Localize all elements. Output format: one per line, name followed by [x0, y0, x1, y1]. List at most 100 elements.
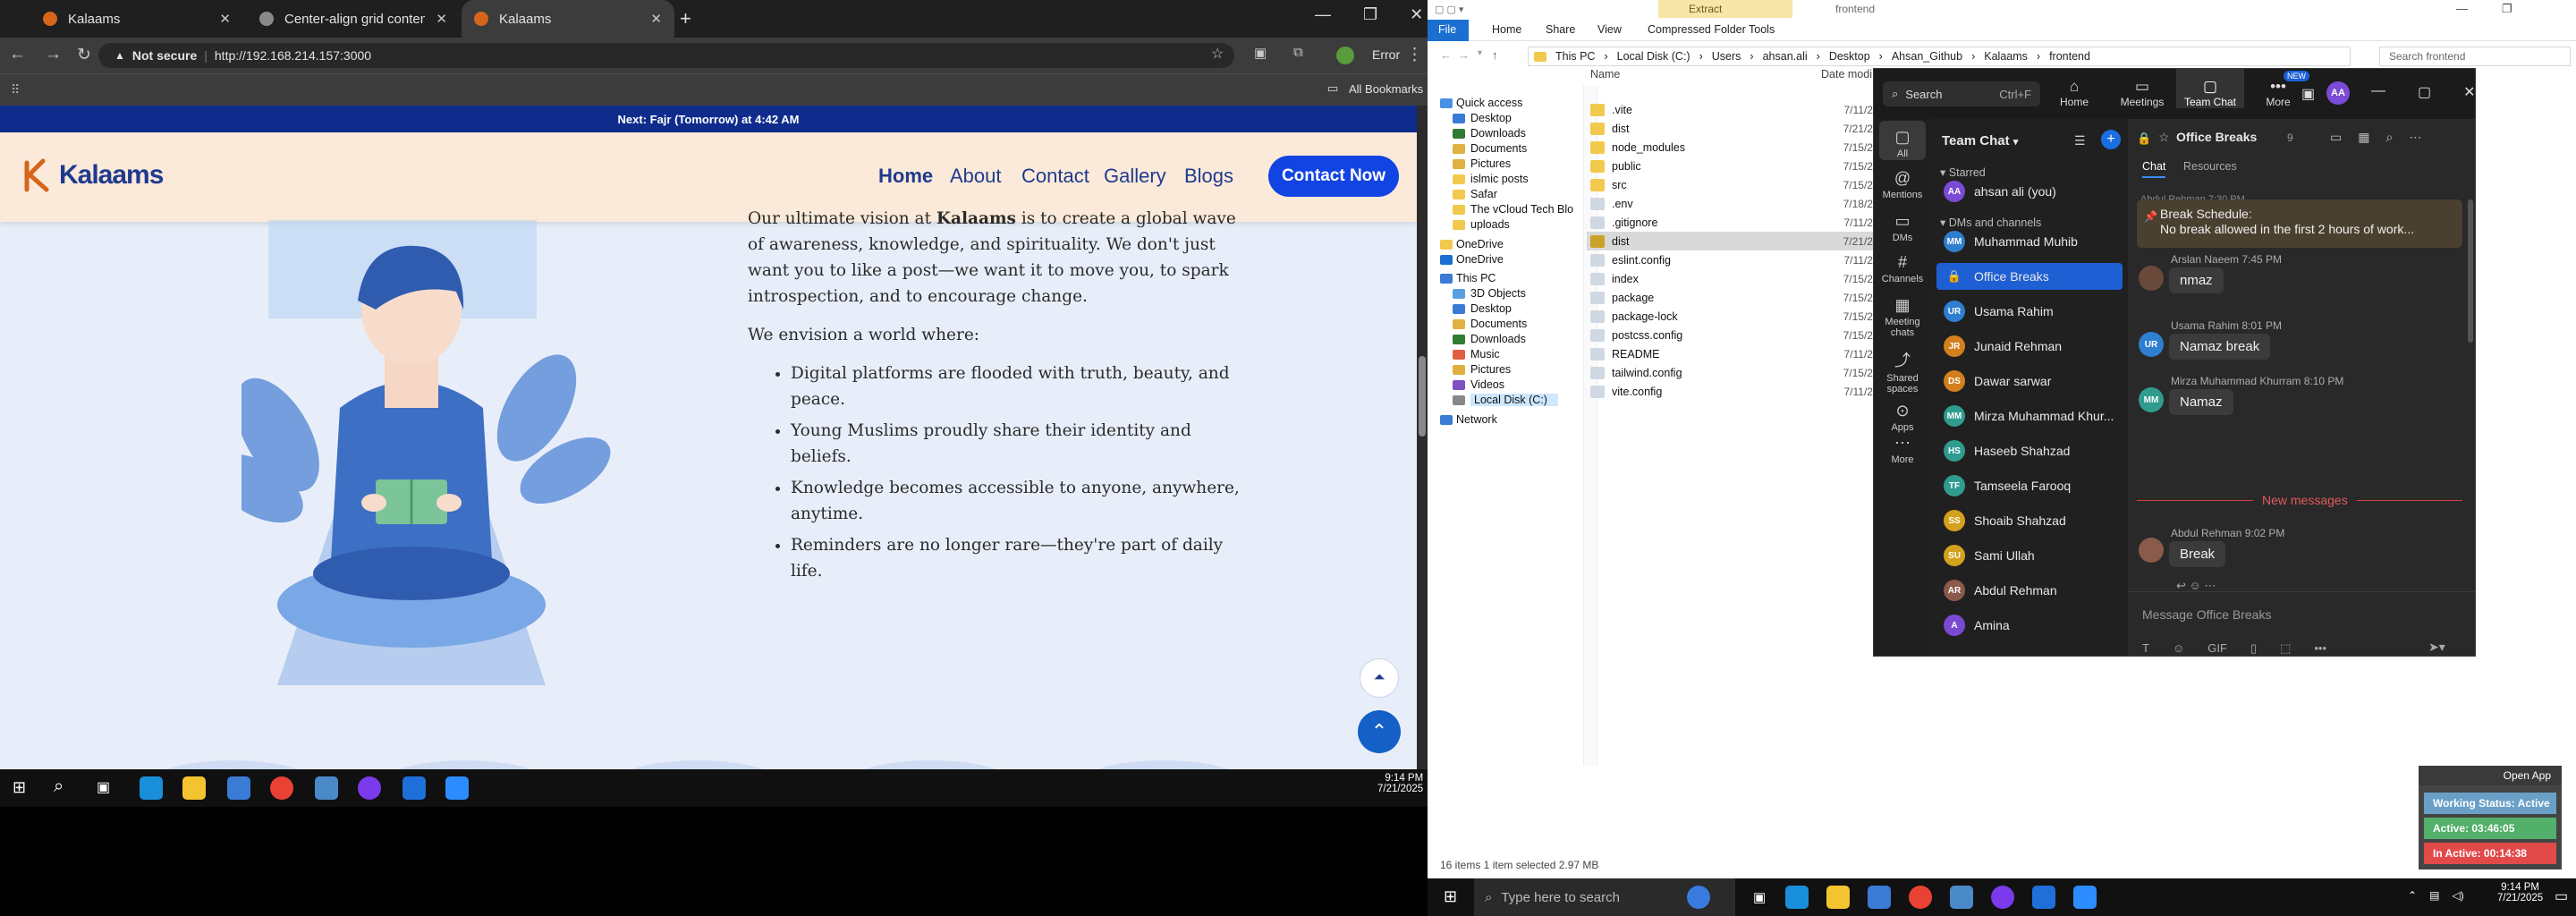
contact-item[interactable]: UR Usama Rahim: [1936, 298, 2123, 325]
windows-start-icon[interactable]: ⊞: [1444, 887, 1457, 906]
contact-item[interactable]: AR Abdul Rehman: [1936, 577, 2123, 604]
ribbon-share[interactable]: Share: [1546, 23, 1575, 36]
file-row[interactable]: eslint.config 7/11/2025: [1587, 250, 1891, 269]
close-tab-icon[interactable]: ✕: [219, 11, 231, 27]
extension-icon[interactable]: ▣: [1254, 45, 1267, 61]
nav-item[interactable]: This PC: [1456, 272, 1496, 284]
close-tab-icon[interactable]: ✕: [436, 11, 447, 27]
crumb[interactable]: ahsan.ali: [1763, 50, 1808, 63]
crumb[interactable]: Users: [1712, 50, 1741, 63]
chrome-icon[interactable]: [270, 776, 293, 800]
file-explorer-icon[interactable]: [182, 776, 206, 800]
file-row[interactable]: package 7/15/2025: [1587, 288, 1891, 307]
scroll-top-outline-button[interactable]: ⏶: [1360, 658, 1399, 698]
weather-widget-icon[interactable]: [1687, 886, 1710, 909]
send-icon[interactable]: ➤▾: [2428, 640, 2445, 655]
forward-arrow-icon[interactable]: →: [1458, 48, 1470, 62]
gif-icon[interactable]: GIF: [2207, 641, 2227, 656]
maximize-icon[interactable]: ❐: [1363, 5, 1377, 24]
maximize-icon[interactable]: ❐: [2502, 2, 2512, 16]
file-row[interactable]: .gitignore 7/11/2025: [1587, 213, 1891, 232]
top-nav-meetings[interactable]: ▭ Meetings: [2108, 69, 2176, 108]
nav-item[interactable]: Music: [1470, 348, 1500, 360]
tab-resources[interactable]: Resources: [2183, 160, 2237, 173]
extensions-puzzle-icon[interactable]: ⧉: [1293, 45, 1303, 60]
message-bubble[interactable]: Namaz break: [2169, 334, 2271, 360]
tab-chat[interactable]: Chat: [2142, 160, 2166, 178]
format-text-icon[interactable]: T: [2142, 641, 2149, 656]
minimize-icon[interactable]: —: [1315, 5, 1331, 24]
rail-item[interactable]: ▭ DMs: [1874, 212, 1931, 243]
browser-tab-3-active[interactable]: Kalaams ✕: [462, 0, 674, 38]
crumb[interactable]: This PC: [1555, 50, 1595, 63]
crumb[interactable]: Desktop: [1829, 50, 1870, 63]
nav-blogs[interactable]: Blogs: [1184, 165, 1233, 188]
chevron-up-icon[interactable]: ⌃: [2408, 889, 2417, 902]
all-bookmarks[interactable]: All Bookmarks: [1349, 82, 1423, 96]
crumb[interactable]: Kalaams: [1984, 50, 2028, 63]
github-desktop-icon[interactable]: [1991, 886, 2014, 909]
github-desktop-icon[interactable]: [358, 776, 381, 800]
nav-item[interactable]: Local Disk (C:): [1470, 394, 1558, 406]
file-row[interactable]: index 7/15/2025: [1587, 269, 1891, 288]
ribbon-file[interactable]: File: [1438, 23, 1456, 36]
back-arrow-icon[interactable]: ←: [1440, 48, 1452, 62]
nav-about[interactable]: About: [950, 165, 1002, 188]
contact-item[interactable]: HS Haseeb Shahzad: [1936, 437, 2123, 464]
search-icon[interactable]: ⌕: [54, 776, 64, 797]
nav-item[interactable]: Downloads: [1470, 127, 1526, 140]
vscode-icon[interactable]: [402, 776, 426, 800]
rail-item[interactable]: @ Mentions: [1874, 169, 1931, 200]
nav-item[interactable]: OneDrive: [1456, 238, 1504, 250]
chat-scrollbar-thumb[interactable]: [2468, 199, 2473, 343]
file-row[interactable]: .env 7/18/2025: [1587, 194, 1891, 213]
forward-arrow-icon[interactable]: →: [45, 45, 62, 64]
rail-item[interactable]: ▦ Meeting chats: [1874, 296, 1931, 338]
contact-item[interactable]: SU Sami Ullah: [1936, 542, 2123, 569]
new-tab-button[interactable]: +: [680, 7, 691, 30]
file-row[interactable]: package-lock 7/15/2025: [1587, 307, 1891, 326]
message-composer[interactable]: Message Office Breaks: [2142, 607, 2271, 622]
store-icon[interactable]: [227, 776, 250, 800]
app-icon[interactable]: [315, 776, 338, 800]
rail-item[interactable]: ⋯ More: [1874, 434, 1931, 465]
contact-self[interactable]: AA ahsan ali (you): [1936, 178, 2123, 205]
app-icon[interactable]: [1950, 886, 1973, 909]
nav-item[interactable]: uploads: [1470, 218, 1510, 231]
new-chat-plus-icon[interactable]: +: [2101, 130, 2121, 149]
file-row[interactable]: tailwind.config 7/15/2025: [1587, 363, 1891, 382]
nav-item[interactable]: Downloads: [1470, 333, 1526, 345]
column-date-header[interactable]: Date modi: [1821, 68, 1872, 81]
nav-item[interactable]: Desktop: [1470, 112, 1512, 124]
crumb[interactable]: frontend: [2049, 50, 2090, 63]
nav-item[interactable]: Quick access: [1456, 97, 1522, 109]
member-count[interactable]: 9: [2287, 131, 2293, 144]
edge-icon[interactable]: [140, 776, 163, 800]
teams-search-input[interactable]: ⌕ Search Ctrl+F: [1883, 81, 2040, 106]
file-row[interactable]: .vite 7/11/2025: [1587, 100, 1891, 119]
file-row[interactable]: src 7/15/2025: [1587, 175, 1891, 194]
address-bar[interactable]: ▲ Not secure | http://192.168.214.157:30…: [98, 43, 1234, 68]
network-icon[interactable]: ▤: [2429, 889, 2439, 902]
clock[interactable]: 9:14 PM 7/21/2025: [2497, 882, 2543, 903]
ribbon-view[interactable]: View: [1597, 23, 1622, 36]
contact-item[interactable]: A Amina: [1936, 612, 2123, 639]
emoji-icon[interactable]: ☺: [2173, 641, 2184, 656]
ribbon-compressed-tools[interactable]: Compressed Folder Tools: [1648, 23, 1775, 36]
contact-item[interactable]: JR Junaid Rehman: [1936, 333, 2123, 360]
list-title[interactable]: Team Chat ▾: [1942, 133, 2018, 148]
zoom-icon[interactable]: [2073, 886, 2097, 909]
profile-avatar[interactable]: [1336, 47, 1354, 64]
breadcrumb[interactable]: This PC › Local Disk (C:) › Users › ahsan.a…: [1528, 47, 2351, 66]
explorer-search-input[interactable]: Search frontend: [2379, 47, 2571, 66]
message-bubble[interactable]: nmaz: [2169, 267, 2224, 293]
nav-contact[interactable]: Contact: [1021, 165, 1089, 188]
file-row[interactable]: postcss.config 7/15/2025: [1587, 326, 1891, 344]
close-window-icon[interactable]: ✕: [1410, 5, 1423, 24]
calendar-icon[interactable]: ▦: [2358, 130, 2369, 145]
file-row[interactable]: dist 7/21/2025: [1587, 232, 1891, 250]
more-icon[interactable]: ⋯: [2409, 130, 2421, 145]
chrome-icon[interactable]: [1909, 886, 1932, 909]
contact-now-button[interactable]: Contact Now: [1268, 156, 1399, 197]
rail-item[interactable]: ⊙ Apps: [1874, 402, 1931, 433]
